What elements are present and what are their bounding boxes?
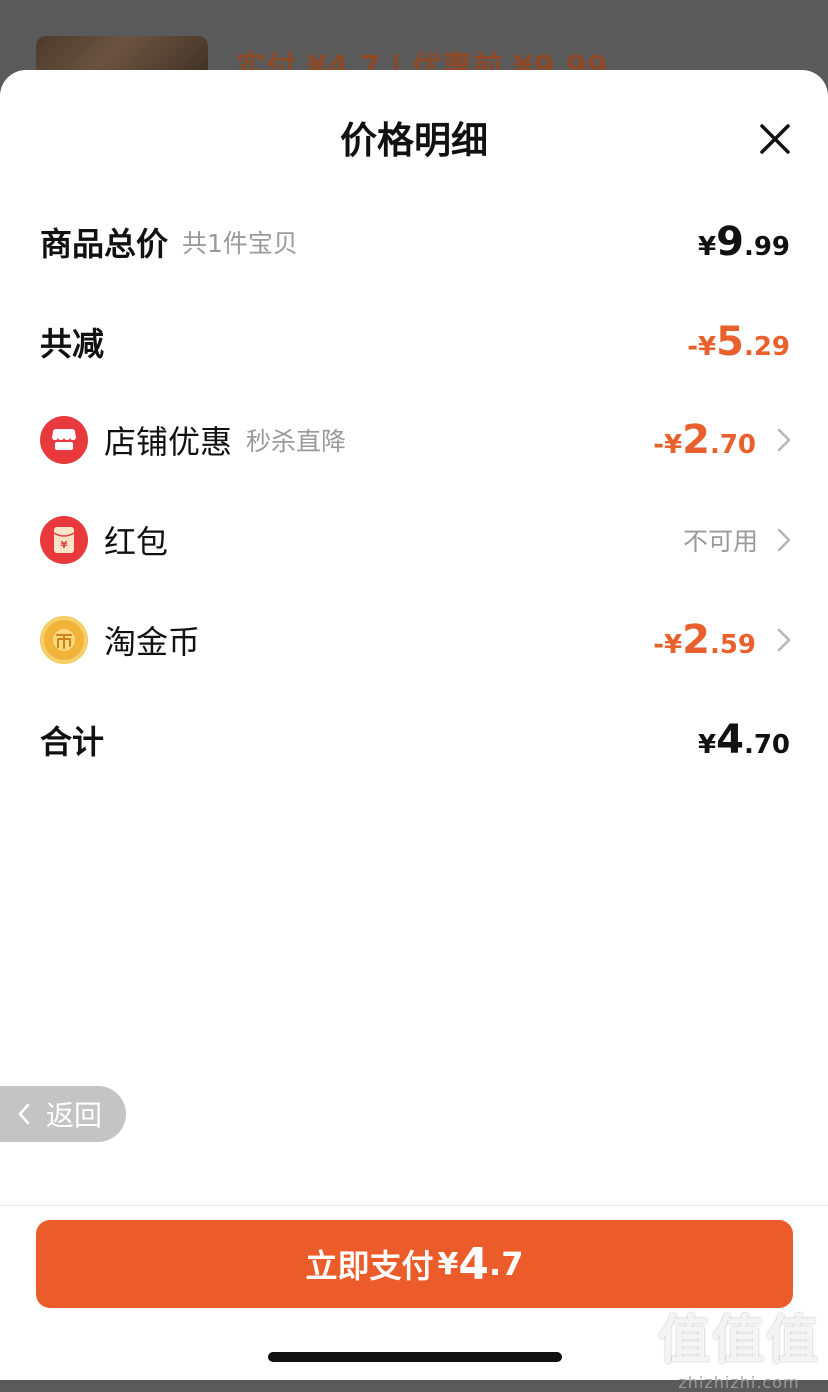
goods-total-price: ¥9.99: [698, 219, 790, 265]
shop-discount-sub: 秒杀直降: [246, 427, 347, 456]
row-goods-total: 商品总价 共1件宝贝 ¥9.99: [40, 212, 792, 272]
gold-coins-amount: -¥ 2.59: [653, 617, 756, 663]
gold-coin-icon: [40, 616, 88, 664]
site-watermark: 值值值 zhizhizhi.com: [657, 1311, 820, 1392]
row-gold-coins[interactable]: 淘金币 -¥ 2.59: [40, 610, 792, 670]
goods-count: 共1件宝贝: [182, 229, 298, 258]
goods-total-label: 商品总价: [40, 225, 169, 263]
home-indicator: [268, 1352, 562, 1362]
close-icon[interactable]: [758, 122, 792, 156]
svg-text:¥: ¥: [61, 540, 68, 551]
gold-coins-label: 淘金币: [104, 623, 201, 661]
row-sum: 合计 ¥4.70: [40, 710, 792, 770]
discount-label: 共减: [40, 325, 105, 363]
pay-button-label: 立即支付: [305, 1247, 434, 1285]
footer-divider: [0, 1205, 828, 1206]
row-total-discount: 共减 -¥ 5.29: [40, 312, 792, 372]
shop-discount-amount: -¥ 2.70: [653, 417, 756, 463]
discount-amount: -¥ 5.29: [687, 319, 790, 365]
back-button-label: 返回: [46, 1099, 103, 1132]
pay-now-button[interactable]: 立即支付 ¥ 4 .7: [36, 1220, 793, 1308]
red-packet-label: 红包: [104, 523, 169, 561]
sheet-title: 价格明细: [340, 119, 488, 162]
back-button[interactable]: 返回: [0, 1086, 126, 1142]
shop-icon: [40, 416, 88, 464]
chevron-right-icon: [777, 528, 791, 552]
chevron-right-icon: [777, 428, 791, 452]
shop-discount-label: 店铺优惠: [104, 423, 233, 461]
pay-button-amount-dec: .7: [489, 1245, 524, 1283]
row-red-packet[interactable]: ¥ 红包 不可用: [40, 510, 792, 570]
row-shop-discount[interactable]: 店铺优惠 秒杀直降 -¥ 2.70: [40, 410, 792, 470]
red-packet-status: 不可用: [682, 527, 758, 556]
sum-label: 合计: [40, 723, 105, 761]
pay-button-amount-int: 4: [458, 1238, 490, 1290]
pay-button-currency: ¥: [437, 1246, 459, 1282]
chevron-right-icon: [777, 628, 791, 652]
red-packet-icon: ¥: [40, 516, 88, 564]
sum-amount: ¥4.70: [698, 717, 790, 763]
price-detail-sheet: 价格明细 商品总价 共1件宝贝 ¥9.99 共减 -¥ 5.29 店铺优惠 秒杀…: [0, 70, 828, 1392]
chevron-left-icon: [18, 1103, 30, 1125]
